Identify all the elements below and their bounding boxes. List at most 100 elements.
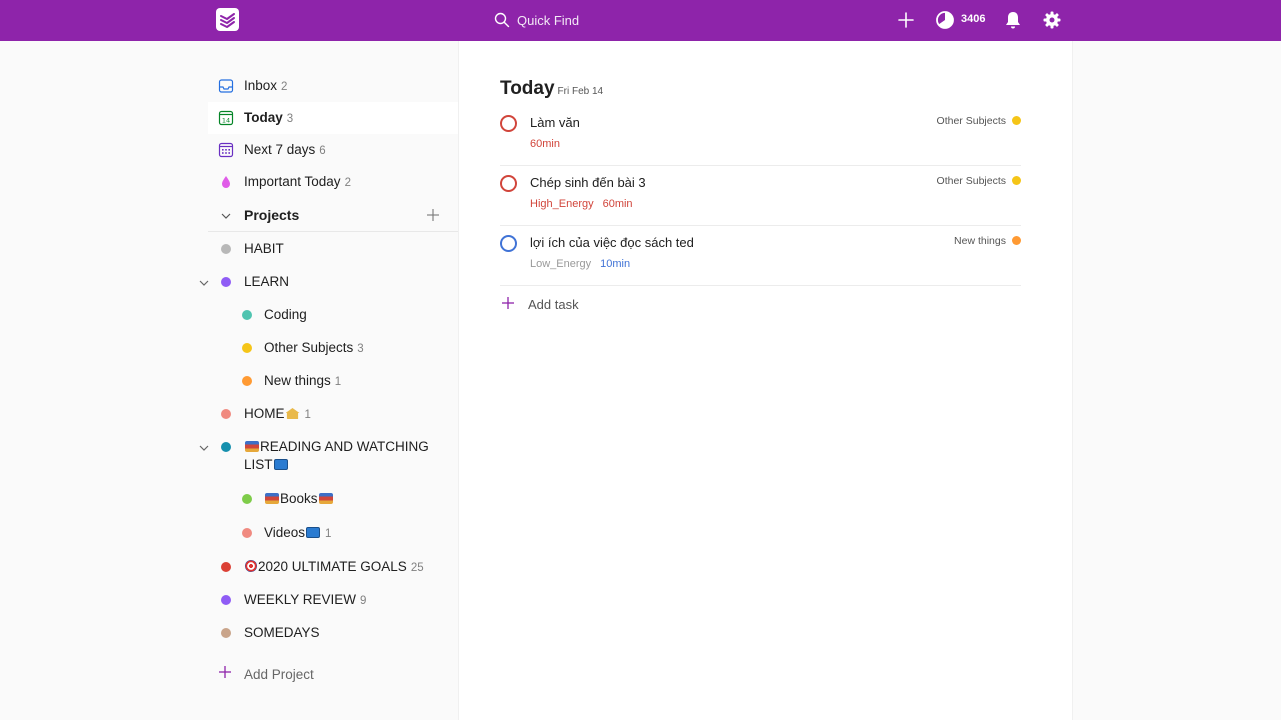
project-color-dot [242,343,252,353]
task-item[interactable]: lợi ích của việc đọc sách ted Low_Energy… [500,226,1021,286]
project-color-dot [242,494,252,504]
project-name: LEARN [244,274,290,289]
todoist-logo-icon[interactable] [216,8,239,31]
project-name: WEEKLY REVIEW [244,592,357,607]
project-color-dot [221,244,231,254]
chevron-down-icon[interactable] [198,442,210,454]
chevron-down-icon[interactable] [198,277,210,289]
project-name: New things [264,373,331,388]
task-project-name: Other Subjects [936,175,1006,187]
project-habit[interactable]: HABIT [216,234,456,264]
task-title[interactable]: lợi ích của việc đọc sách ted [530,235,694,250]
task-project-tag[interactable]: New things [954,235,1021,247]
search-icon [494,12,510,28]
svg-text:14: 14 [222,117,230,125]
project-videos[interactable]: Videos 1 [236,518,456,548]
project-count: 1 [304,409,311,421]
task-checkbox[interactable] [500,175,517,192]
project-name: 2020 ULTIMATE GOALS [258,559,407,574]
project-2020-ultimate-goals[interactable]: 2020 ULTIMATE GOALS 25 [216,552,456,582]
view-date: Fri Feb 14 [557,86,604,97]
project-new-things[interactable]: New things 1 [236,366,456,396]
view-title-text: Today [500,78,555,99]
task-label[interactable]: High_Energy [530,198,594,210]
project-color-dot [242,528,252,538]
tv-emoji-icon [306,527,321,538]
task-label[interactable]: 60min [603,198,633,210]
task-title[interactable]: Làm văn [530,115,580,130]
task-label[interactable]: Low_Energy [530,258,591,270]
sidebar-item-label: Next 7 days [244,142,316,157]
project-reading-and-watching-list[interactable]: READING AND WATCHING LIST [216,432,456,476]
project-somedays[interactable]: SOMEDAYS [216,618,456,648]
project-color-dot [221,595,231,605]
project-learn[interactable]: LEARN [216,267,456,297]
project-name: Books [280,491,318,506]
sidebar-item-next-7-days[interactable]: Next 7 days 6 [208,134,458,166]
page-title: Today Fri Feb 14 [500,78,603,100]
task-label[interactable]: 60min [530,138,560,150]
top-bar: Quick Find 3406 [0,0,1281,41]
project-count: 25 [410,562,424,574]
project-name: SOMEDAYS [244,625,320,640]
task-labels: High_Energy 60min [530,198,642,210]
project-color-dot [221,277,231,287]
sidebar-item-count: 2 [344,177,351,189]
quick-find-placeholder: Quick Find [517,13,580,28]
project-coding[interactable]: Coding [236,300,456,330]
main-content: Today Fri Feb 14 Làm văn 60min Other Subj… [458,41,1073,720]
sidebar-item-today[interactable]: 14 Today 3 [208,102,458,134]
task-checkbox[interactable] [500,115,517,132]
quick-find-search[interactable]: Quick Find [488,6,718,35]
project-color-dot [221,628,231,638]
sidebar-item-important-today[interactable]: Important Today 2 [208,166,458,198]
sidebar-item-count: 6 [319,145,326,157]
task-project-tag[interactable]: Other Subjects [937,175,1021,187]
task-item[interactable]: Chép sinh đến bài 3 High_Energy 60min Oth… [500,166,1021,226]
add-task-button[interactable]: Add task [500,293,700,317]
karma-count[interactable]: 3406 [961,13,985,25]
sidebar: Inbox 2 14 Today 3 Next 7 days 6 Important … [0,41,458,720]
plus-icon[interactable] [895,9,917,31]
task-checkbox[interactable] [500,235,517,252]
sidebar-item-label: Inbox [244,78,278,93]
project-name: HABIT [244,241,284,256]
task-project-name: Other Subjects [936,115,1006,127]
projects-label: Projects [244,207,300,223]
project-color-dot [1012,236,1021,245]
chevron-down-icon[interactable] [220,210,232,222]
project-home[interactable]: HOME 1 [216,399,456,429]
gear-icon[interactable] [1041,9,1063,31]
task-labels: Low_Energy 10min [530,258,639,270]
task-item[interactable]: Làm văn 60min Other Subjects [500,106,1021,166]
add-task-label: Add task [528,297,579,312]
project-other-subjects[interactable]: Other Subjects 3 [236,333,456,363]
inbox-icon [218,79,234,93]
task-title[interactable]: Chép sinh đến bài 3 [530,175,646,190]
sidebar-item-label: Important Today [244,174,341,189]
project-count: 9 [360,595,367,607]
project-weekly-review[interactable]: WEEKLY REVIEW 9 [216,585,456,615]
project-books[interactable]: Books [236,484,456,514]
projects-header[interactable]: Projects [208,199,458,232]
project-name: Other Subjects [264,340,354,355]
karma-icon[interactable] [934,9,956,31]
drop-filter-icon [222,176,230,188]
sidebar-item-inbox[interactable]: Inbox 2 [208,70,458,102]
project-color-dot [242,310,252,320]
tv-emoji-icon [273,459,288,470]
books-emoji-icon [245,441,259,452]
books-emoji-icon [265,493,279,504]
books-emoji-icon [318,493,333,504]
task-project-tag[interactable]: Other Subjects [937,115,1021,127]
project-count: 1 [325,528,332,540]
add-project-label: Add Project [244,667,314,682]
task-labels: 60min [530,138,569,150]
project-color-dot [221,409,231,419]
project-name: Videos [264,525,306,540]
bell-icon[interactable] [1002,9,1024,31]
project-name: READING AND WATCHING [260,439,429,454]
target-emoji-icon [245,560,257,572]
add-project-plus-icon[interactable] [426,208,440,222]
task-label[interactable]: 10min [600,258,630,270]
